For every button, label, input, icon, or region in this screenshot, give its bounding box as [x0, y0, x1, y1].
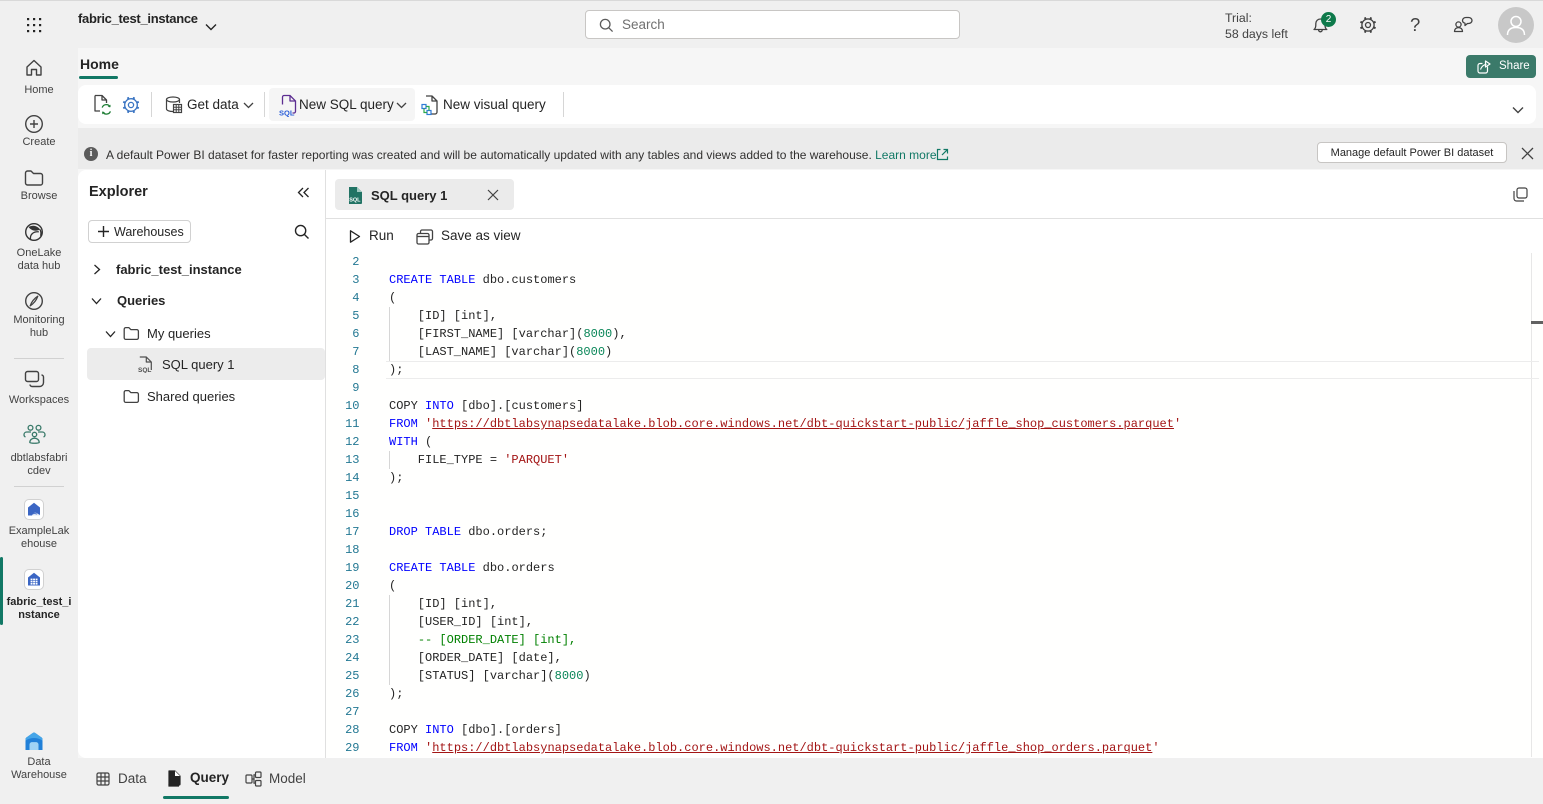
svg-text:SQL: SQL [138, 367, 151, 373]
svg-text:SQL: SQL [279, 109, 295, 118]
svg-text:SQL: SQL [349, 198, 361, 204]
